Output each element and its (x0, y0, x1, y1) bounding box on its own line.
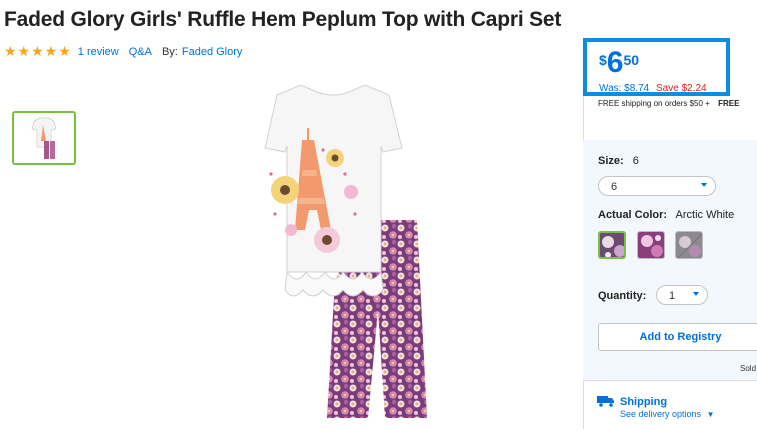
delivery-options-link[interactable]: See delivery options ▼ (620, 409, 715, 419)
quantity-label: Quantity: (598, 290, 647, 302)
truck-icon (597, 394, 615, 412)
delivery-options-text: See delivery options (620, 409, 702, 419)
product-thumbnail[interactable] (12, 111, 76, 165)
color-swatch-arctic-white[interactable] (598, 231, 626, 259)
floral-swatch-icon (676, 232, 702, 258)
floral-swatch-icon (638, 232, 664, 258)
thumbnail-image-icon (31, 117, 57, 159)
outfit-image-icon (264, 84, 427, 418)
current-price: $650 (599, 48, 639, 78)
price-cents: 50 (623, 52, 640, 68)
section-divider (583, 380, 757, 381)
size-value: 6 (632, 155, 639, 167)
save-amount: Save $2.24 (656, 83, 707, 94)
free-shipping-note: FREE shipping on orders $50 + FREE (598, 99, 739, 108)
size-label-row: Size: 6 (598, 155, 639, 167)
price-dollars: 6 (606, 46, 624, 79)
size-label: Size: (598, 155, 624, 167)
chevron-down-icon (693, 292, 699, 296)
star-rating-icon[interactable]: ★★★★★ (4, 43, 72, 60)
quantity-select-value: 1 (669, 290, 676, 302)
reviews-link[interactable]: 1 review (78, 46, 119, 58)
size-select-value: 6 (611, 181, 618, 193)
floral-swatch-icon (600, 233, 624, 257)
add-to-registry-button[interactable]: Add to Registry (598, 323, 757, 351)
quantity-label-row: Quantity: (598, 290, 652, 302)
qa-link[interactable]: Q&A (129, 46, 152, 58)
free-shipping-text: FREE shipping on orders $50 + (598, 99, 710, 108)
product-title: Faded Glory Girls' Ruffle Hem Peplum Top… (4, 8, 562, 31)
color-label-row: Actual Color: Arctic White (598, 209, 734, 221)
free-shipping-extra: FREE (718, 99, 740, 108)
color-value: Arctic White (675, 209, 735, 221)
brand-link[interactable]: Faded Glory (182, 46, 243, 58)
quantity-select[interactable]: 1 (656, 285, 708, 305)
color-label: Actual Color: (598, 209, 668, 221)
size-select[interactable]: 6 (598, 176, 716, 196)
chevron-down-icon (701, 183, 707, 187)
price-currency: $ (599, 52, 607, 68)
shipping-title: Shipping (620, 396, 668, 408)
was-price: Was: $8.74 (599, 83, 650, 94)
price-box: $650 Was: $8.74 Save $2.24 (583, 38, 730, 96)
by-label: By: (161, 45, 178, 58)
color-swatch-3[interactable] (675, 231, 703, 259)
was-price-row: Was: $8.74 Save $2.24 (599, 83, 707, 94)
caret-down-icon: ▼ (706, 410, 715, 419)
sold-by-label: Sold (740, 364, 757, 373)
main-product-image[interactable] (205, 80, 455, 425)
rating-row: ★★★★★ 1 review Q&A By: Faded Glory (4, 43, 252, 60)
color-swatch-2[interactable] (637, 231, 665, 259)
